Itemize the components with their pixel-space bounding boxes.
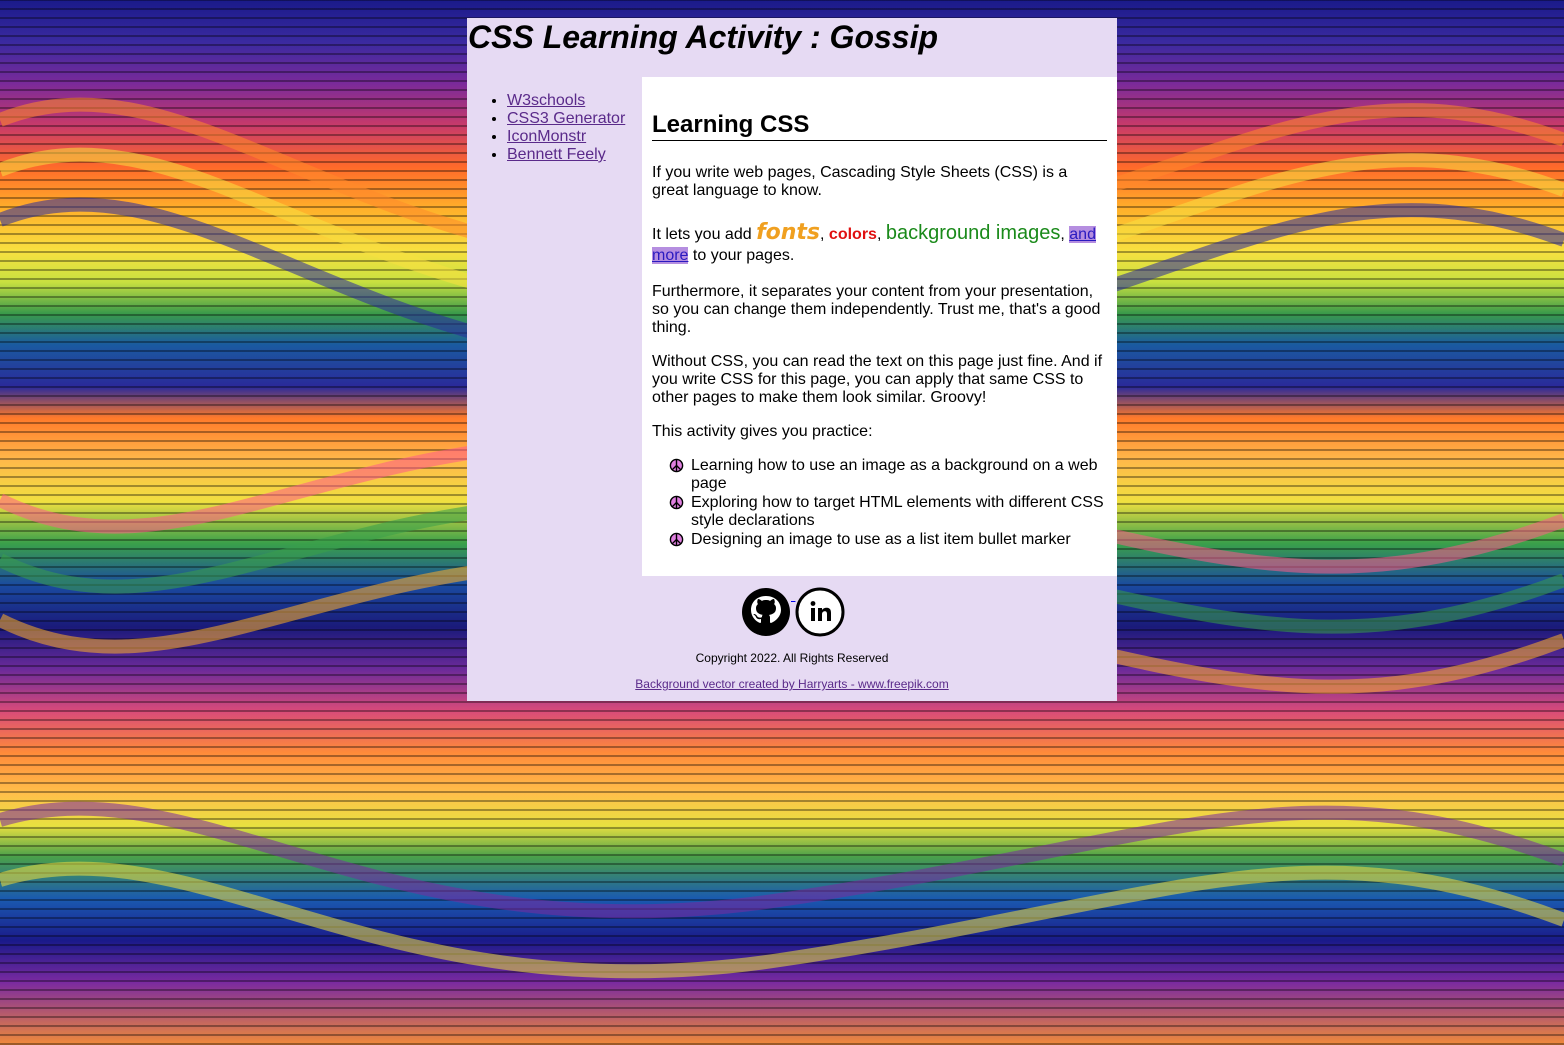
without-css-paragraph: Without CSS, you can read the text on th… <box>652 353 1103 406</box>
peace-sign-icon <box>669 458 684 473</box>
separator-text: , <box>1060 226 1070 243</box>
main-content: Learning CSS If you write web pages, Cas… <box>642 77 1117 576</box>
sidebar-item-iconmonstr: IconMonstr <box>507 128 637 146</box>
practice-list: Learning how to use an image as a backgr… <box>669 457 1109 550</box>
fonts-word: fonts <box>756 220 821 245</box>
practice-intro-paragraph: This activity gives you practice: <box>652 423 873 440</box>
features-lead-text: It lets you add <box>652 226 757 243</box>
sidebar-item-bennett-feely: Bennett Feely <box>507 146 637 164</box>
section-heading: Learning CSS <box>652 111 1107 141</box>
css3-generator-link[interactable]: CSS3 Generator <box>507 110 625 127</box>
sidebar-item-w3schools: W3schools <box>507 92 637 110</box>
w3schools-link[interactable]: W3schools <box>507 92 585 109</box>
peace-sign-icon <box>669 532 684 547</box>
freepik-credit-link[interactable]: Background vector created by Harryarts -… <box>635 677 948 691</box>
sidebar-item-css3-generator: CSS3 Generator <box>507 110 637 128</box>
github-icon <box>742 588 790 636</box>
separator-text: , <box>820 226 829 243</box>
social-links <box>741 587 845 637</box>
bennett-feely-link[interactable]: Bennett Feely <box>507 146 606 163</box>
peace-sign-icon <box>669 495 684 510</box>
separation-paragraph: Furthermore, it separates your content f… <box>652 283 1101 336</box>
copyright-text: Copyright 2022. All Rights Reserved <box>695 651 889 665</box>
background-credit: Background vector created by Harryarts -… <box>467 677 1117 691</box>
sidebar-nav: W3schools CSS3 Generator IconMonstr Benn… <box>467 92 637 164</box>
practice-item-text: Designing an image to use as a list item… <box>691 531 1071 548</box>
iconmonstr-link[interactable]: IconMonstr <box>507 128 586 145</box>
github-link[interactable] <box>741 587 795 636</box>
list-item: Exploring how to target HTML elements wi… <box>669 494 1109 530</box>
intro-paragraph: If you write web pages, Cascading Style … <box>652 164 1068 199</box>
practice-item-text: Learning how to use an image as a backgr… <box>691 457 1098 492</box>
sidebar-link-list: W3schools CSS3 Generator IconMonstr Benn… <box>467 92 637 164</box>
page-title: CSS Learning Activity : Gossip <box>468 19 939 55</box>
features-paragraph: It lets you add fonts, colors, backgroun… <box>652 222 1107 266</box>
colors-word: colors <box>828 226 877 243</box>
linkedin-icon <box>795 587 845 637</box>
linkedin-link[interactable] <box>795 587 845 637</box>
list-item: Learning how to use an image as a backgr… <box>669 457 1109 493</box>
separator-text: , <box>876 226 886 243</box>
page-container: CSS Learning Activity : Gossip W3schools… <box>467 18 1117 701</box>
list-item: Designing an image to use as a list item… <box>669 531 1109 549</box>
background-images-word: background images <box>885 222 1061 244</box>
practice-item-text: Exploring how to target HTML elements wi… <box>691 494 1104 529</box>
features-tail-text: to your pages. <box>688 247 795 264</box>
